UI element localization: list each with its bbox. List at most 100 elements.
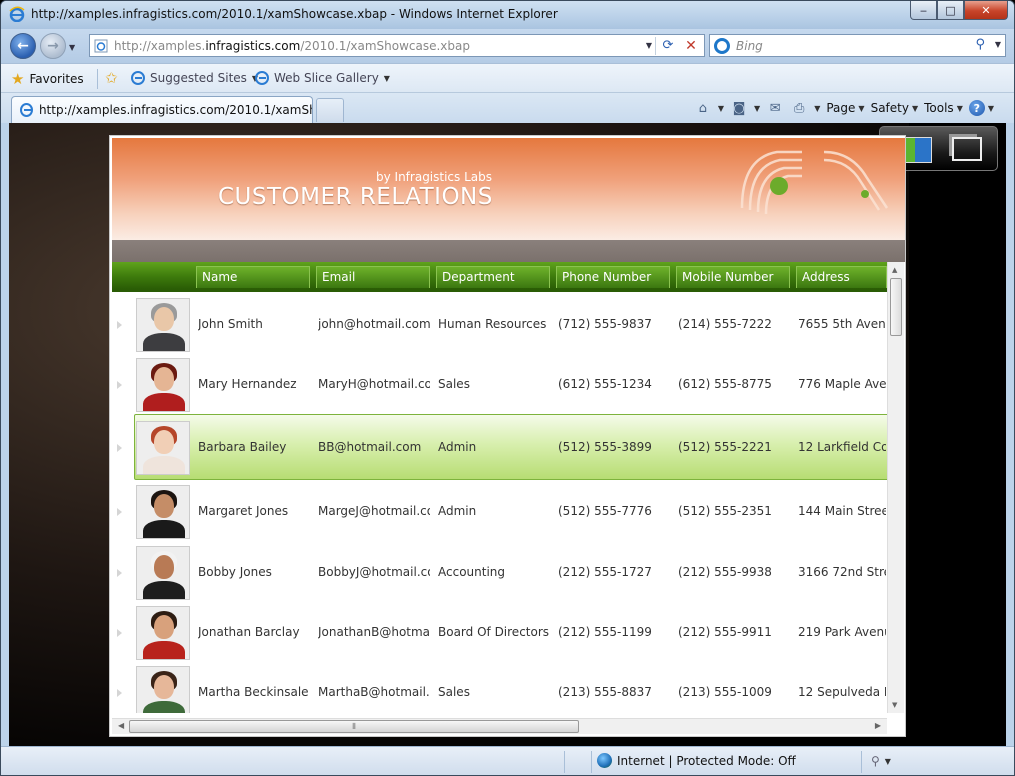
mail-icon[interactable]: ✉ — [766, 99, 784, 117]
cell-address: 12 Sepulveda Blvd — [798, 685, 886, 699]
banner-title: CUSTOMER RELATIONS — [218, 184, 493, 210]
cell-department: Admin — [438, 440, 477, 454]
cell-phone: (612) 555-1234 — [558, 377, 652, 391]
cell-phone: (512) 555-7776 — [558, 504, 652, 518]
print-dropdown[interactable]: ▼ — [814, 104, 820, 113]
scroll-left-icon[interactable]: ◀ — [118, 721, 124, 730]
safety-menu[interactable]: Safety ▼ — [871, 101, 919, 115]
cell-name: Jonathan Barclay — [198, 625, 300, 639]
cell-department: Sales — [438, 377, 470, 391]
horizontal-scroll-thumb[interactable]: ⦀ — [129, 720, 579, 733]
column-header-email[interactable]: Email — [316, 266, 430, 288]
cell-name: Barbara Bailey — [198, 440, 287, 454]
arrow-left-icon: ← — [17, 38, 29, 54]
table-row[interactable]: Jonathan Barclay JonathanB@hotmail.com Boa… — [112, 604, 887, 662]
table-row[interactable]: Mary Hernandez MaryH@hotmail.com Sales (612… — [112, 356, 887, 414]
search-box[interactable]: Bing ⚲ ▼ — [709, 34, 1006, 57]
ie-icon — [20, 103, 33, 117]
home-icon[interactable]: ⌂ — [694, 99, 712, 117]
vertical-scroll-thumb[interactable] — [890, 278, 902, 336]
column-header-address[interactable]: Address — [796, 266, 887, 288]
table-row[interactable]: Bobby Jones BobbyJ@hotmail.com Accounting (… — [112, 542, 887, 604]
banner-subtitle: by Infragistics Labs — [376, 170, 493, 184]
table-row[interactable]: John Smith john@hotmail.com Human Resource… — [112, 294, 887, 356]
cell-address: 7655 5th Avenue — [798, 317, 886, 331]
refresh-icon[interactable]: ⟳ — [658, 37, 678, 55]
tab-label: http://xamples.infragistics.com/2010.1/x… — [38, 103, 312, 117]
column-header-phone[interactable]: Phone Number — [556, 266, 670, 288]
table-row[interactable]: Martha Beckinsale MarthaB@hotmail.com Sale… — [112, 662, 887, 713]
cell-department: Sales — [438, 685, 470, 699]
zoom-dropdown[interactable]: ▼ — [885, 757, 891, 766]
avatar — [136, 666, 190, 713]
cell-name: Bobby Jones — [198, 565, 272, 579]
help-menu[interactable]: ? ▼ — [968, 100, 994, 116]
vertical-scrollbar[interactable]: ▲ ▼ — [887, 262, 904, 713]
scroll-down-icon[interactable]: ▼ — [892, 701, 897, 709]
cell-mobile: (214) 555-7222 — [678, 317, 772, 331]
browser-tab[interactable]: http://xamples.infragistics.com/2010.1/x… — [11, 96, 313, 123]
search-icon[interactable]: ⚲ — [975, 37, 985, 52]
scroll-right-icon[interactable]: ▶ — [875, 721, 881, 730]
home-dropdown[interactable]: ▼ — [718, 104, 724, 113]
cell-name: John Smith — [198, 317, 263, 331]
print-icon[interactable]: ⎙ — [790, 99, 808, 117]
help-icon: ? — [968, 100, 985, 116]
cell-department: Admin — [438, 504, 477, 518]
web-slice-gallery-link[interactable]: Web Slice Gallery ▼ — [255, 71, 390, 85]
feeds-icon[interactable]: ◙ — [730, 99, 748, 117]
zoom-control[interactable]: ⚲ ▼ — [871, 754, 891, 768]
customer-grid: John Smith john@hotmail.com Human Resource… — [112, 292, 887, 713]
cell-phone: (212) 555-1727 — [558, 565, 652, 579]
row-indicator-icon — [117, 381, 122, 389]
cell-department: Board Of Directors — [438, 625, 550, 639]
cell-mobile: (612) 555-8775 — [678, 377, 772, 391]
horizontal-scrollbar[interactable]: ◀ ⦀ ▶ — [112, 718, 887, 734]
address-bar[interactable]: http://xamples.infragistics.com/2010.1/x… — [89, 34, 705, 57]
avatar — [136, 358, 190, 412]
ie-icon — [131, 71, 145, 85]
suggested-sites-link[interactable]: Suggested Sites ▼ — [131, 71, 258, 85]
window-view-icon[interactable] — [952, 137, 982, 161]
scroll-up-icon[interactable]: ▲ — [892, 266, 897, 274]
row-indicator-icon — [117, 444, 122, 452]
maximize-button[interactable]: □ — [937, 1, 964, 20]
column-header-name[interactable]: Name — [196, 266, 310, 288]
back-button[interactable]: ← — [10, 33, 36, 59]
column-header-department[interactable]: Department — [436, 266, 550, 288]
cell-address: 144 Main Street — [798, 504, 886, 518]
minimize-button[interactable]: ‒ — [910, 1, 937, 20]
bing-icon — [714, 37, 730, 54]
table-row[interactable]: Margaret Jones MargeJ@hotmail.com Admin (51… — [112, 482, 887, 542]
tools-menu[interactable]: Tools ▼ — [924, 101, 963, 115]
favorites-bar: ★ Favorites ✩ Suggested Sites ▼ Web Slic… — [1, 63, 1014, 93]
favorites-label: Favorites — [29, 72, 84, 86]
cell-department: Accounting — [438, 565, 506, 579]
address-dropdown[interactable]: ▼ — [646, 41, 652, 50]
avatar — [136, 606, 190, 660]
forward-button[interactable]: → — [40, 33, 66, 59]
row-indicator-icon — [117, 569, 122, 577]
stop-icon[interactable]: ✕ — [681, 37, 701, 55]
address-text: http://xamples.infragistics.com/2010.1/x… — [114, 38, 470, 53]
column-header-mobile[interactable]: Mobile Number — [676, 266, 790, 288]
cell-phone: (512) 555-3899 — [558, 440, 652, 454]
add-to-favorites-icon[interactable]: ✩ — [105, 69, 118, 87]
cell-mobile: (512) 555-2351 — [678, 504, 772, 518]
arrow-right-icon: → — [47, 38, 59, 54]
star-icon: ★ — [11, 70, 25, 88]
table-row[interactable]: Barbara Bailey BB@hotmail.com Admin (512) 5… — [112, 414, 887, 482]
search-input[interactable]: Bing — [736, 39, 763, 53]
cell-mobile: (512) 555-2221 — [678, 440, 772, 454]
page-menu[interactable]: Page ▼ — [826, 101, 864, 115]
cell-phone: (212) 555-1199 — [558, 625, 652, 639]
search-options-dropdown[interactable]: ▼ — [995, 40, 1001, 49]
cell-department: Human Resources — [438, 317, 547, 331]
favorites-button[interactable]: ★ Favorites — [11, 69, 84, 89]
close-button[interactable]: ✕ — [964, 1, 1008, 20]
feeds-dropdown[interactable]: ▼ — [754, 104, 760, 113]
security-zone[interactable]: Internet | Protected Mode: Off — [597, 753, 796, 768]
recent-pages-dropdown[interactable]: ▼ — [69, 43, 75, 52]
new-tab-button[interactable] — [316, 98, 344, 122]
cell-address: 3166 72nd Street — [798, 565, 886, 579]
